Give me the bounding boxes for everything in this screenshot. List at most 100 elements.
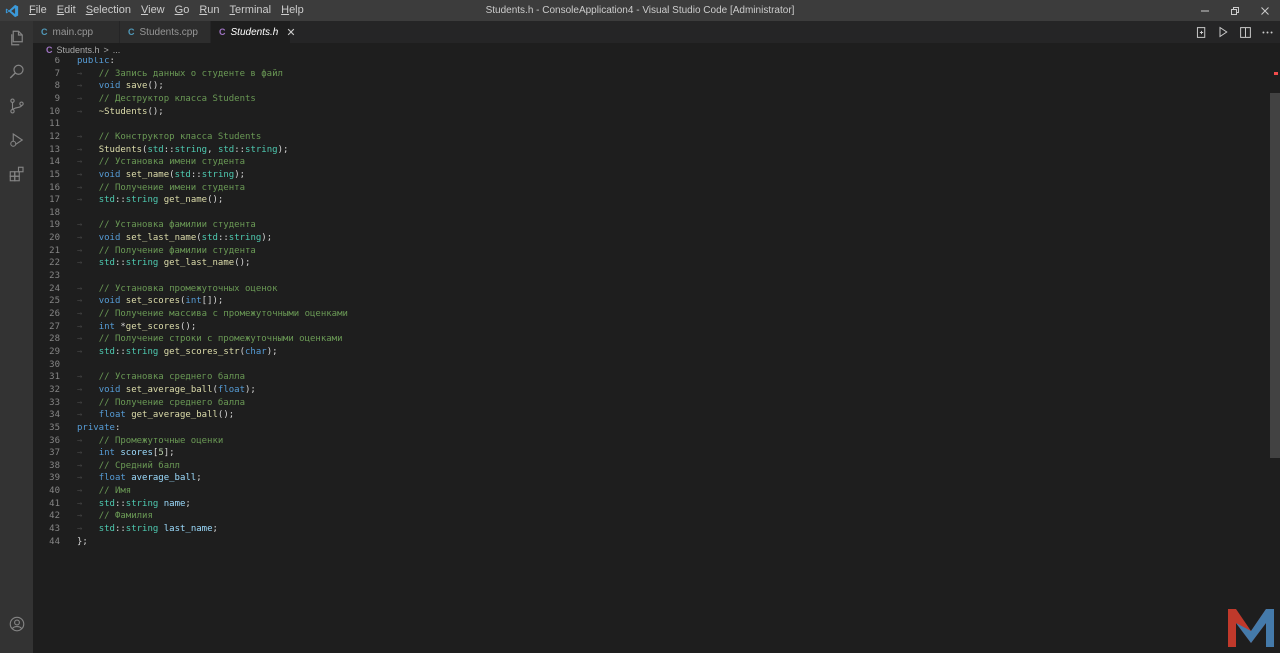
code-line[interactable]: 11 [33,118,1263,131]
code-line[interactable]: 38 → // Средний балл [33,460,1263,473]
close-button[interactable] [1250,0,1280,21]
tab-main-cpp[interactable]: Cmain.cpp [33,21,120,43]
code-line[interactable]: 31 → // Установка среднего балла [33,371,1263,384]
breadcrumb-file[interactable]: Students.h [57,45,100,55]
code-line[interactable]: 6 public: [33,57,1263,68]
line-number: 11 [49,119,60,130]
line-number: 30 [49,359,60,370]
error-marker [1274,72,1278,75]
scroll-thumb[interactable] [1270,93,1280,458]
breadcrumb-separator: > [103,45,109,55]
line-number: 26 [49,309,60,319]
code-text: → std::string last_name; [77,524,218,535]
code-line[interactable]: 20 → void set_last_name(std::string); [33,232,1263,245]
code-text: → void set_name(std::string); [77,169,246,180]
code-line[interactable]: 28 → // Получение строки с промежуточными… [33,333,1263,346]
code-text: → ~Students(); [77,106,164,117]
menu-edit[interactable]: Edit [52,0,81,21]
code-line[interactable]: 42 → // Фамилия [33,510,1263,523]
line-number: 7 [54,68,60,79]
open-changes-icon[interactable] [1194,25,1208,39]
line-number: 15 [49,169,60,180]
menu-selection[interactable]: Selection [81,0,136,21]
code-text: → Students(std::string, std::string); [77,144,289,155]
code-line[interactable]: 7 → // Запись данных о студенте в файл [33,68,1263,81]
code-line[interactable]: 22 → std::string get_last_name(); [33,257,1263,270]
code-line[interactable]: 41 → std::string name; [33,498,1263,511]
editor-scrollbar[interactable] [1270,57,1280,653]
code-line[interactable]: 21 → // Получение фамилии студента [33,245,1263,258]
split-editor-icon[interactable] [1238,25,1252,39]
more-actions-icon[interactable] [1260,25,1274,39]
code-line[interactable]: 36 → // Промежуточные оценки [33,435,1263,448]
line-number: 16 [49,182,60,193]
menu-view[interactable]: View [136,0,170,21]
code-line[interactable]: 8 → void save(); [33,80,1263,93]
line-number: 40 [49,486,60,497]
menu-help[interactable]: Help [276,0,309,21]
code-line[interactable]: 16 → // Получение имени студента [33,182,1263,195]
menu-file[interactable]: File [24,0,52,21]
c-file-icon: C [41,27,48,37]
menu-bar: File Edit Selection View Go Run Terminal Help [24,0,309,21]
menu-go[interactable]: Go [170,0,195,21]
line-number: 13 [49,144,60,155]
code-line[interactable]: 34 → float get_average_ball(); [33,409,1263,422]
code-line[interactable]: 18 [33,207,1263,220]
code-line[interactable]: 25 → void set_scores(int[]); [33,295,1263,308]
code-line[interactable]: 39 → float average_ball; [33,472,1263,485]
run-debug-icon[interactable] [0,123,33,157]
code-line[interactable]: 13 → Students(std::string, std::string); [33,144,1263,157]
breadcrumb-symbol[interactable]: ... [113,45,121,55]
restore-icon [1231,6,1239,15]
code-line[interactable]: 43 → std::string last_name; [33,523,1263,536]
code-text: → void save(); [77,81,164,92]
code-line[interactable]: 33 → // Получение среднего балла [33,397,1263,410]
code-line[interactable]: 40 → // Имя [33,485,1263,498]
line-number: 19 [49,220,60,231]
tab-close-icon[interactable]: ✕ [286,26,295,39]
code-text: public: [77,57,115,66]
tab-students-h[interactable]: C Students.h ✕ [211,21,296,43]
code-line[interactable]: 37 → int scores[5]; [33,447,1263,460]
extensions-icon[interactable] [0,157,33,191]
menu-run[interactable]: Run [194,0,224,21]
source-control-icon[interactable] [0,89,33,123]
line-number: 23 [49,271,60,282]
code-text: → // Получение среднего балла [77,397,245,408]
run-file-icon[interactable] [1216,25,1230,39]
code-editor[interactable]: 6 public: 7 → // Запись данных о студенте в… [33,57,1280,653]
code-line[interactable]: 9 → // Деструктор класса Students [33,93,1263,106]
code-line[interactable]: 24 → // Установка промежуточных оценок [33,283,1263,296]
code-line[interactable]: 27 → int *get_scores(); [33,321,1263,334]
code-line[interactable]: 32 → void set_average_ball(float); [33,384,1263,397]
menu-terminal[interactable]: Terminal [225,0,277,21]
search-icon[interactable] [0,55,33,89]
code-line[interactable]: 19 → // Установка фамилии студента [33,219,1263,232]
code-text: → // Получение строки с промежуточными о… [77,334,343,345]
restore-button[interactable] [1220,0,1250,21]
code-line[interactable]: 35 private: [33,422,1263,435]
line-number: 10 [49,106,60,117]
explorer-icon[interactable] [0,21,33,55]
code-line[interactable]: 12 → // Конструктор класса Students [33,131,1263,144]
account-icon[interactable] [0,607,33,641]
code-text: → // Установка промежуточных оценок [77,283,278,294]
code-line[interactable]: 26 → // Получение массива с промежуточным… [33,308,1263,321]
code-line[interactable]: 14 → // Установка имени студента [33,156,1263,169]
close-icon [1261,6,1269,15]
code-text: → // Фамилия [77,511,153,522]
tab-label: Students.h [230,26,279,38]
code-line[interactable]: 17 → std::string get_name(); [33,194,1263,207]
code-line[interactable]: 15 → void set_name(std::string); [33,169,1263,182]
code-line[interactable]: 44}; [33,536,1263,549]
code-line[interactable]: 29 → std::string get_scores_str(char); [33,346,1263,359]
line-number: 41 [49,498,60,509]
code-line[interactable]: 23 [33,270,1263,283]
tab-students-cpp[interactable]: C Students.cpp [120,21,211,43]
minimize-button[interactable] [1190,0,1220,21]
code-text: → // Получение имени студента [77,182,245,193]
code-line[interactable]: 30 [33,359,1263,372]
code-line[interactable]: 10 → ~Students(); [33,106,1263,119]
line-number: 38 [49,460,60,471]
